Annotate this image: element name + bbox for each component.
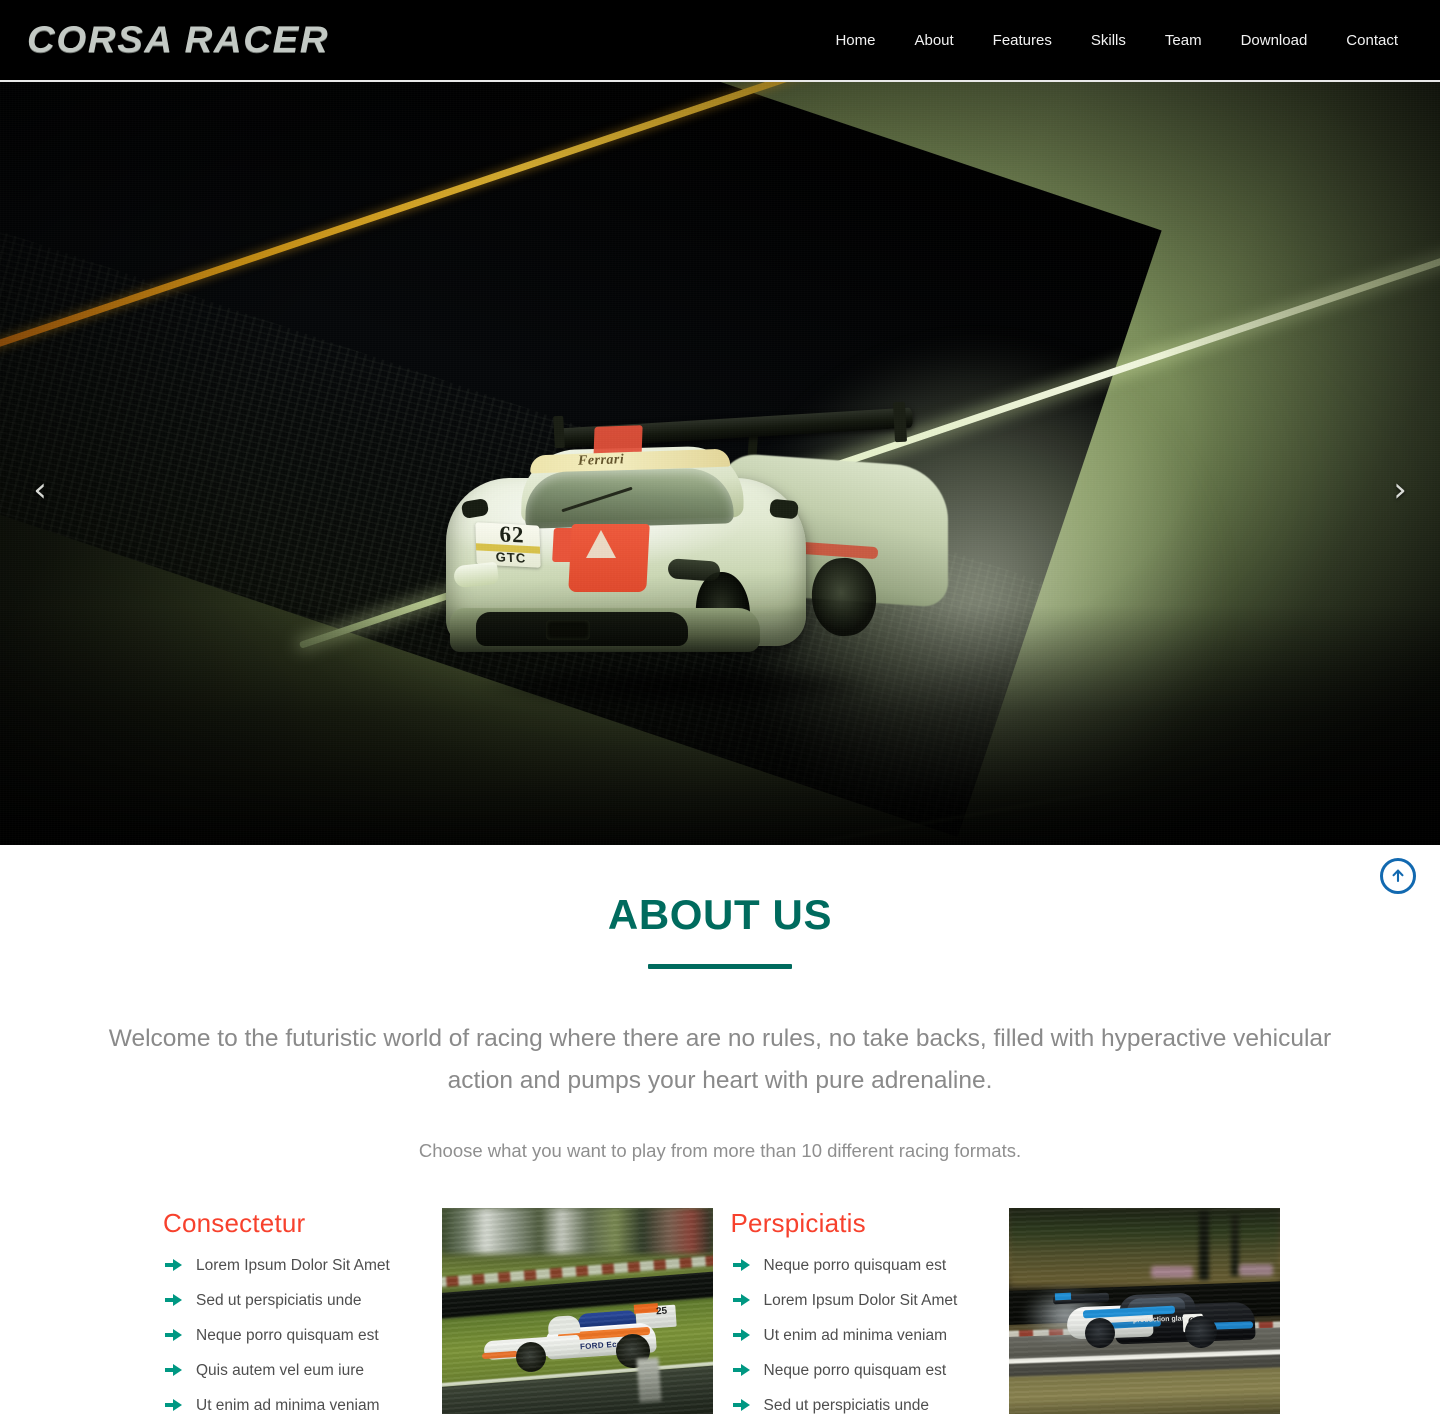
- arrow-right-icon: [165, 1258, 183, 1272]
- arrow-right-icon: [165, 1293, 183, 1307]
- about-column-consectetur: Consectetur Lorem Ipsum Dolor Sit Amet S…: [163, 1208, 731, 1417]
- arrow-up-circle-icon: [1390, 868, 1406, 884]
- hero-carousel: Ferrari 62 GTC ‹ ›: [0, 82, 1440, 845]
- arrow-right-icon: [165, 1328, 183, 1342]
- list-item[interactable]: Ut enim ad minima veniam: [163, 1396, 435, 1417]
- carousel-next-icon[interactable]: ›: [1372, 458, 1428, 522]
- arrow-right-icon: [732, 1258, 751, 1272]
- about-column-perspiciatis: Perspiciatis Neque porro quisquam est Lo…: [731, 1208, 1280, 1417]
- arrow-right-icon: [165, 1363, 183, 1377]
- about-section: ABOUT US Welcome to the futuristic world…: [0, 845, 1440, 1417]
- about-title: ABOUT US: [607, 891, 833, 938]
- about-lead-text: Welcome to the futuristic world of racin…: [108, 1025, 1332, 1095]
- list-item-label: Quis autem vel eum iure: [196, 1361, 364, 1379]
- column-text-block: Consectetur Lorem Ipsum Dolor Sit Amet S…: [163, 1208, 435, 1417]
- nav-item-download[interactable]: Download: [1241, 27, 1308, 54]
- car-brand-text: Ferrari: [577, 452, 625, 469]
- column-heading: Perspiciatis: [730, 1208, 866, 1239]
- scroll-to-top-button[interactable]: [1380, 858, 1416, 894]
- column-image-gt-car: production glassfibre 6: [1009, 1208, 1280, 1415]
- list-item[interactable]: Ut enim ad minima veniam: [731, 1326, 1003, 1347]
- page-root: CORSA RACER Home About Features Skills T…: [0, 0, 1440, 1417]
- nav-item-skills[interactable]: Skills: [1091, 27, 1126, 54]
- list-item[interactable]: Quis autem vel eum iure: [163, 1361, 435, 1382]
- list-item-label: Sed ut perspiciatis unde: [196, 1292, 362, 1310]
- list-item-label: Lorem Ipsum Dolor Sit Amet: [763, 1292, 958, 1310]
- about-columns: Consectetur Lorem Ipsum Dolor Sit Amet S…: [0, 1208, 1440, 1417]
- list-item[interactable]: Lorem Ipsum Dolor Sit Amet: [163, 1256, 435, 1277]
- nav-item-home[interactable]: Home: [835, 27, 875, 54]
- site-logo[interactable]: CORSA RACER: [27, 19, 329, 61]
- photo-car-number: 25: [655, 1305, 667, 1318]
- site-header: CORSA RACER Home About Features Skills T…: [0, 0, 1440, 82]
- list-item[interactable]: Neque porro quisquam est: [731, 1361, 1003, 1382]
- list-item-label: Ut enim ad minima veniam: [196, 1396, 380, 1414]
- list-item[interactable]: Sed ut perspiciatis unde: [731, 1396, 1003, 1417]
- list-item[interactable]: Sed ut perspiciatis unde: [163, 1291, 435, 1312]
- arrow-right-icon: [732, 1363, 751, 1377]
- list-item-label: Lorem Ipsum Dolor Sit Amet: [196, 1257, 390, 1275]
- title-underline: [648, 964, 792, 970]
- list-item[interactable]: Lorem Ipsum Dolor Sit Amet: [731, 1291, 1003, 1312]
- column-image-formula-car: 25 FORD EcoBoost: [441, 1208, 713, 1415]
- main-navigation: Home About Features Skills Team Download…: [835, 27, 1398, 54]
- column-text-block: Perspiciatis Neque porro quisquam est Lo…: [731, 1208, 1003, 1417]
- list-item-label: Neque porro quisquam est: [763, 1257, 947, 1275]
- carousel-prev-icon[interactable]: ‹: [12, 458, 68, 522]
- list-item-label: Neque porro quisquam est: [196, 1327, 379, 1345]
- nav-item-team[interactable]: Team: [1165, 27, 1202, 54]
- arrow-right-icon: [732, 1293, 751, 1307]
- hero-slide-image: Ferrari 62 GTC: [0, 82, 1440, 845]
- nav-item-contact[interactable]: Contact: [1346, 27, 1398, 54]
- arrow-right-icon: [732, 1328, 751, 1342]
- feature-list: Neque porro quisquam est Lorem Ipsum Dol…: [731, 1256, 1003, 1417]
- nav-item-features[interactable]: Features: [993, 27, 1052, 54]
- column-heading: Consectetur: [163, 1208, 306, 1239]
- list-item-label: Sed ut perspiciatis unde: [763, 1396, 929, 1414]
- nav-item-about[interactable]: About: [914, 27, 953, 54]
- arrow-right-icon: [732, 1398, 751, 1412]
- arrow-right-icon: [165, 1398, 183, 1412]
- about-sub-text: Choose what you want to play from more t…: [418, 1140, 1022, 1162]
- list-item[interactable]: Neque porro quisquam est: [731, 1256, 1003, 1277]
- list-item-label: Ut enim ad minima veniam: [763, 1327, 947, 1345]
- feature-list: Lorem Ipsum Dolor Sit Amet Sed ut perspi…: [163, 1256, 435, 1417]
- list-item[interactable]: Neque porro quisquam est: [163, 1326, 435, 1347]
- list-item-label: Neque porro quisquam est: [763, 1361, 947, 1379]
